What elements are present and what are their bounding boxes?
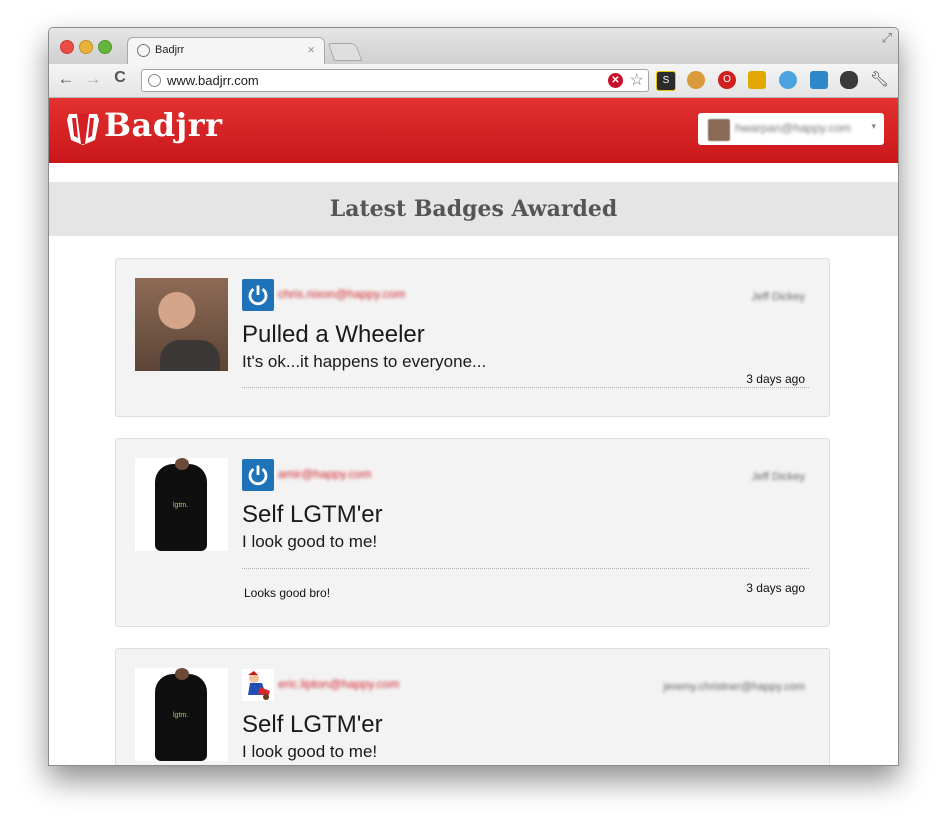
divider: [242, 568, 809, 569]
back-button[interactable]: ←: [56, 69, 76, 89]
tab-strip: Badjrr × ⤢: [49, 28, 898, 66]
bookmark-star-icon[interactable]: ☆: [630, 70, 644, 90]
url-text[interactable]: www.badjrr.com: [167, 73, 259, 88]
reload-button[interactable]: C: [110, 69, 130, 87]
badge-name[interactable]: Pulled a Wheeler: [242, 321, 425, 349]
power-icon[interactable]: [242, 279, 274, 311]
badge-description: I look good to me!: [242, 742, 378, 761]
minimize-window-button[interactable]: [79, 40, 93, 54]
recipient-avatar[interactable]: lgtm.: [135, 458, 228, 551]
page-title: Latest Badges Awarded: [49, 182, 898, 236]
fullscreen-icon[interactable]: ⤢: [882, 30, 892, 46]
forward-button[interactable]: →: [83, 69, 103, 89]
blocked-icon[interactable]: ✕: [608, 73, 623, 88]
awarder-name[interactable]: Jeff Dickey: [751, 291, 805, 303]
badger-logo-icon[interactable]: [63, 110, 103, 146]
shirt-text: lgtm.: [173, 502, 189, 509]
recipient-link[interactable]: amir@happy.com: [278, 467, 371, 481]
recipient-link[interactable]: eric.lipton@happy.com: [278, 677, 399, 691]
browser-toolbar: ← → C www.badjrr.com ✕ ☆ S O 🔧︎: [49, 64, 898, 98]
power-icon[interactable]: [242, 459, 274, 491]
recipient-avatar[interactable]: lgtm.: [135, 668, 228, 761]
badge-name[interactable]: Self LGTM'er: [242, 501, 383, 529]
shirt-text: lgtm.: [173, 712, 189, 719]
badge-description: I look good to me!: [242, 532, 378, 551]
extension-s-icon[interactable]: S: [656, 71, 676, 91]
recipient-avatar[interactable]: [135, 278, 228, 371]
globe-icon: [137, 44, 150, 57]
awarder-name[interactable]: jeremy.christner@happy.com: [663, 681, 805, 693]
tab-title: Badjrr: [155, 44, 185, 56]
tab-close-icon[interactable]: ×: [307, 42, 315, 57]
badge-description: It's ok...it happens to everyone...: [242, 352, 487, 371]
mask-extension-icon[interactable]: [840, 71, 858, 89]
user-avatar: [708, 119, 730, 141]
award-comment: Looks good bro!: [244, 586, 331, 600]
awarder-name[interactable]: Jeff Dickey: [751, 471, 805, 483]
site-info-icon[interactable]: [148, 74, 161, 87]
user-email: hwarpan@happy.com: [735, 121, 852, 135]
divider: [242, 387, 809, 388]
chevron-down-icon: ▾: [871, 121, 876, 131]
maximize-window-button[interactable]: [98, 40, 112, 54]
call-extension-icon[interactable]: [779, 71, 797, 89]
window-extension-icon[interactable]: [810, 71, 828, 89]
site-header: Badjrr hwarpan@happy.com ▾: [49, 98, 898, 163]
badge-name[interactable]: Self LGTM'er: [242, 711, 383, 739]
address-bar[interactable]: www.badjrr.com ✕ ☆: [141, 69, 649, 92]
award-card: lgtm. eric.lipton@happy.com jeremy.chris…: [115, 648, 830, 765]
award-card: lgtm. amir@happy.com Jeff Dickey Self LG…: [115, 438, 830, 627]
seo-extension-icon[interactable]: [748, 71, 766, 89]
tab-badjrr[interactable]: Badjrr ×: [127, 37, 325, 66]
award-timestamp: 3 days ago: [746, 581, 805, 595]
cookie-extension-icon[interactable]: [687, 71, 705, 89]
new-tab-button[interactable]: [327, 43, 363, 61]
award-card: chris.nixon@happy.com Jeff Dickey Pulled…: [115, 258, 830, 417]
close-window-button[interactable]: [60, 40, 74, 54]
cartoon-icon[interactable]: [242, 669, 274, 701]
award-timestamp: 3 days ago: [746, 372, 805, 386]
recipient-link[interactable]: chris.nixon@happy.com: [278, 287, 405, 301]
browser-window: Badjrr × ⤢ ← → C www.badjrr.com ✕ ☆ S O …: [48, 27, 899, 766]
opera-extension-icon[interactable]: O: [718, 71, 736, 89]
user-menu-dropdown[interactable]: hwarpan@happy.com ▾: [698, 113, 884, 145]
site-logo[interactable]: Badjrr: [104, 106, 222, 144]
wrench-menu-icon[interactable]: 🔧︎: [870, 71, 889, 89]
